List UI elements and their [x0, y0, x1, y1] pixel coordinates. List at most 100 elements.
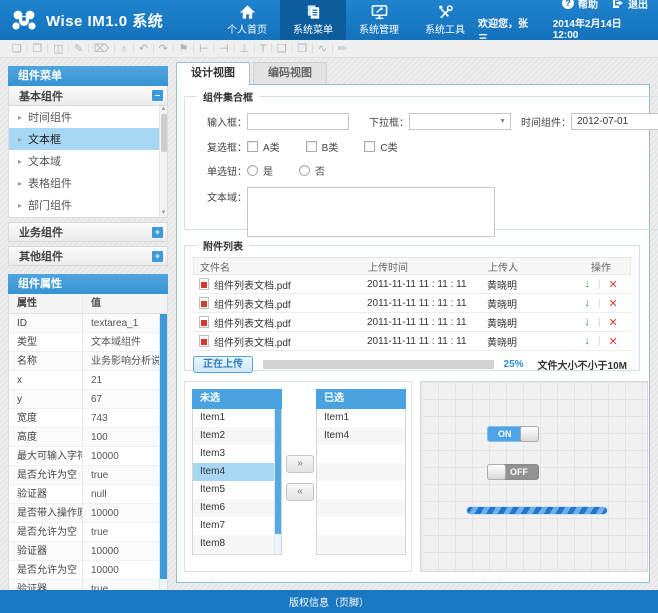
- align-right-icon[interactable]: ⊣: [215, 41, 233, 57]
- delete-icon[interactable]: ⌦: [90, 41, 114, 57]
- nav-item-system-tools[interactable]: 系统工具: [412, 0, 478, 40]
- radio-icon[interactable]: [247, 165, 258, 176]
- scroll-thumb[interactable]: [160, 314, 168, 579]
- expand-icon[interactable]: +: [152, 227, 163, 238]
- file-name[interactable]: 组件列表文档.pdf: [214, 334, 291, 349]
- textarea-field[interactable]: [247, 187, 495, 237]
- publish-icon[interactable]: ♁: [116, 41, 132, 57]
- delete-file-icon[interactable]: ✕: [608, 297, 617, 310]
- text-tool-icon[interactable]: T: [256, 41, 271, 57]
- list-item[interactable]: Item8: [193, 535, 281, 553]
- new-file-icon[interactable]: ❏: [8, 41, 26, 57]
- toggle-knob[interactable]: [520, 426, 539, 442]
- pencil-icon[interactable]: ✏: [334, 41, 351, 57]
- list-scrollbar[interactable]: [274, 409, 281, 554]
- checkbox-class-a[interactable]: A类: [247, 139, 280, 154]
- property-row[interactable]: 类型文本域组件: [9, 333, 167, 352]
- delete-file-icon[interactable]: ✕: [608, 316, 617, 329]
- line-tool-icon[interactable]: ∿: [314, 41, 331, 57]
- expand-icon[interactable]: +: [152, 251, 163, 262]
- tab-code-view[interactable]: 编码视图: [253, 62, 327, 84]
- checkbox-class-b[interactable]: B类: [306, 139, 339, 154]
- toggle-knob[interactable]: [487, 464, 506, 480]
- property-row[interactable]: 最大可输入字符数10000: [9, 447, 167, 466]
- download-icon[interactable]: ↓: [584, 297, 590, 309]
- move-right-button[interactable]: »: [286, 455, 314, 473]
- save-icon[interactable]: ◫: [49, 41, 67, 57]
- tab-design-view[interactable]: 设计视图: [176, 62, 250, 85]
- redo-icon[interactable]: ↷: [155, 41, 172, 57]
- accordion-other-components[interactable]: 其他组件 +: [8, 246, 168, 266]
- radio-yes[interactable]: 是: [247, 163, 273, 178]
- property-row[interactable]: 验证器null: [9, 485, 167, 504]
- property-row[interactable]: y67: [9, 390, 167, 409]
- radio-icon[interactable]: [299, 165, 310, 176]
- menu-item-table[interactable]: ▸ 表格组件: [9, 172, 167, 194]
- accordion-basic-components[interactable]: 基本组件 –: [8, 86, 168, 106]
- checkbox-icon[interactable]: [306, 141, 317, 152]
- property-row[interactable]: 是否允许为空true: [9, 523, 167, 542]
- properties-scrollbar[interactable]: [159, 314, 167, 599]
- menu-item-textbox[interactable]: ▸ 文本框: [9, 128, 167, 150]
- radio-no[interactable]: 否: [299, 163, 325, 178]
- undo-icon[interactable]: ↶: [135, 41, 152, 57]
- property-row[interactable]: 是否允许为空10000: [9, 561, 167, 580]
- list-item[interactable]: Item1: [317, 409, 405, 427]
- delete-file-icon[interactable]: ✕: [608, 335, 617, 348]
- property-row[interactable]: x21: [9, 371, 167, 390]
- text-input[interactable]: [247, 113, 349, 130]
- file-name[interactable]: 组件列表文档.pdf: [214, 277, 291, 292]
- property-row[interactable]: 是否带入操作原因10000: [9, 504, 167, 523]
- move-left-button[interactable]: «: [286, 483, 314, 501]
- nav-item-system-admin[interactable]: 系统管理: [346, 0, 412, 40]
- help-link[interactable]: ? 帮助: [562, 0, 598, 11]
- date-picker[interactable]: 2012-07-01: [571, 113, 658, 130]
- list-item[interactable]: Item5: [193, 481, 281, 499]
- list-item[interactable]: Item3: [193, 445, 281, 463]
- doc-export-icon[interactable]: ❑: [273, 41, 291, 57]
- align-bottom-icon[interactable]: ⊥: [235, 41, 253, 57]
- list-item[interactable]: Item4: [317, 427, 405, 445]
- doc-import-icon[interactable]: ❒: [293, 41, 311, 57]
- delete-file-icon[interactable]: ✕: [608, 278, 617, 291]
- scroll-thumb[interactable]: [161, 114, 167, 152]
- property-row[interactable]: 是否允许为空true: [9, 466, 167, 485]
- align-left-icon[interactable]: ⊢: [195, 41, 213, 57]
- menu-scrollbar[interactable]: ▲ ▼: [159, 106, 167, 217]
- list-item[interactable]: Item6: [193, 499, 281, 517]
- checkbox-class-c[interactable]: C类: [364, 139, 397, 154]
- menu-item-department[interactable]: ▸ 部门组件: [9, 194, 167, 216]
- scroll-thumb[interactable]: [275, 409, 282, 534]
- nav-item-home[interactable]: 个人首页: [214, 0, 280, 40]
- toggle-off-switch[interactable]: OFF: [487, 464, 539, 480]
- dropdown-select[interactable]: ▼: [409, 113, 511, 130]
- property-row[interactable]: IDtextarea_1: [9, 314, 167, 333]
- logout-link[interactable]: 退出: [612, 0, 648, 11]
- list-item[interactable]: Item2: [193, 427, 281, 445]
- file-name[interactable]: 组件列表文档.pdf: [214, 296, 291, 311]
- open-folder-icon[interactable]: ❐: [28, 41, 46, 57]
- property-row[interactable]: 高度100: [9, 428, 167, 447]
- file-name[interactable]: 组件列表文档.pdf: [214, 315, 291, 330]
- list-item-selected[interactable]: Item4: [193, 463, 281, 481]
- collapse-icon[interactable]: –: [152, 90, 163, 101]
- menu-item-textarea[interactable]: ▸ 文本域: [9, 150, 167, 172]
- checkbox-icon[interactable]: [247, 141, 258, 152]
- uploading-button[interactable]: 正在上传: [193, 356, 253, 373]
- download-icon[interactable]: ↓: [584, 335, 590, 347]
- property-row[interactable]: 验证器10000: [9, 542, 167, 561]
- checkbox-icon[interactable]: [364, 141, 375, 152]
- toggle-on-switch[interactable]: ON: [487, 426, 539, 442]
- scroll-down-icon[interactable]: ▼: [161, 210, 167, 217]
- list-item[interactable]: Item7: [193, 517, 281, 535]
- menu-item-time[interactable]: ▸ 时间组件: [9, 106, 167, 128]
- download-icon[interactable]: ↓: [584, 316, 590, 328]
- property-row[interactable]: 宽度743: [9, 409, 167, 428]
- scroll-up-icon[interactable]: ▲: [161, 106, 167, 113]
- property-row[interactable]: 名称业务影响分析说明: [9, 352, 167, 371]
- accordion-business-components[interactable]: 业务组件 +: [8, 222, 168, 242]
- list-item[interactable]: Item1: [193, 409, 281, 427]
- download-icon[interactable]: ↓: [584, 278, 590, 290]
- nav-item-system-menu[interactable]: 系统菜单: [280, 0, 346, 40]
- edit-document-icon[interactable]: ✎: [70, 41, 87, 57]
